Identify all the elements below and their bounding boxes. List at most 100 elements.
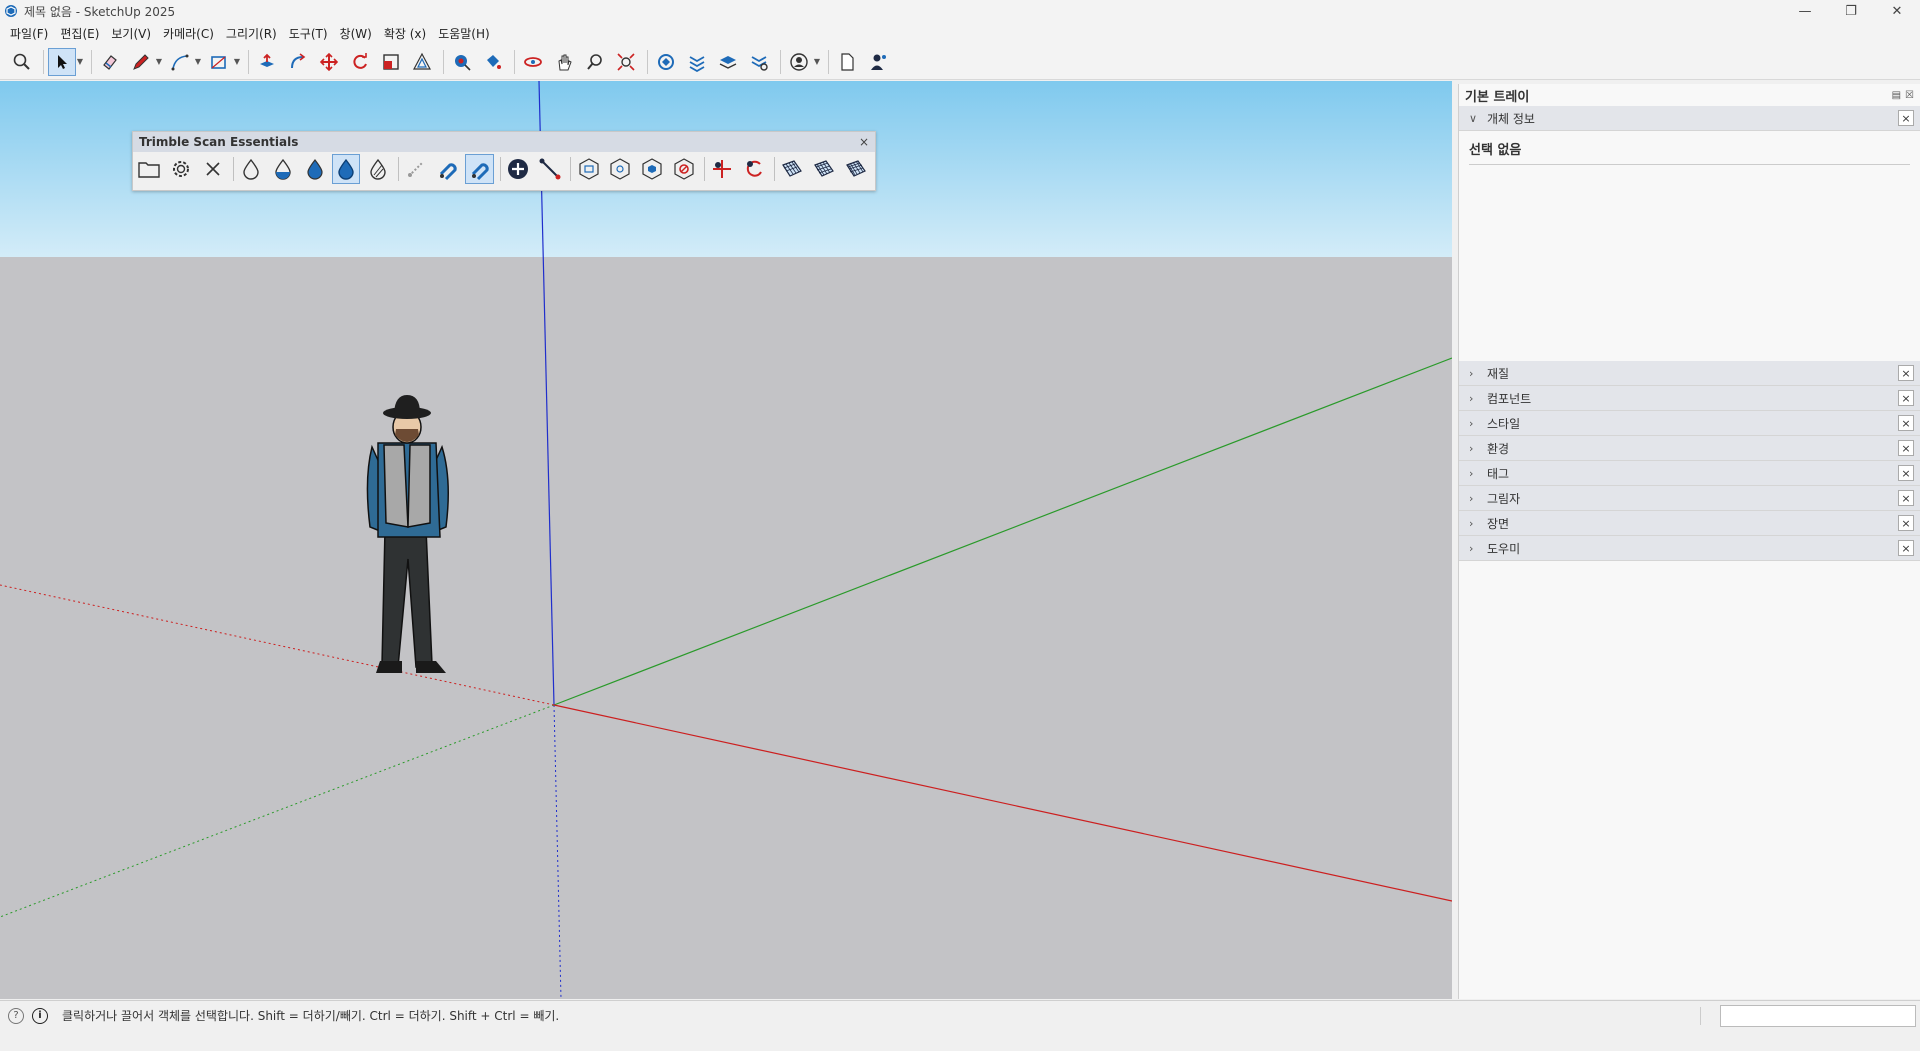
help-icon[interactable]: ? [8,1007,24,1024]
section-close-icon[interactable]: × [1898,365,1914,381]
tray-section-styles[interactable]: › 스타일 × [1459,411,1920,436]
layout-icon[interactable] [714,48,742,76]
tray-title: 기본 트레이 [1465,89,1530,105]
select-icon[interactable] [48,47,76,76]
menu-help[interactable]: 도움말(H) [432,25,496,42]
menu-file[interactable]: 파일(F) [4,25,54,42]
tray-section-entity-info[interactable]: ∨ 개체 정보 × [1459,106,1920,131]
menu-extensions[interactable]: 확장 (x) [378,25,432,42]
remove-x-icon[interactable] [198,154,227,184]
magnet-snap-active-icon[interactable] [465,154,495,184]
drop-half-icon[interactable] [269,154,298,184]
paint-bucket-icon[interactable] [479,48,507,76]
eraser-icon[interactable] [96,48,124,76]
section-close-icon[interactable]: × [1898,515,1914,531]
toolbar-separator [443,49,444,74]
menu-camera[interactable]: 카메라(C) [157,25,220,42]
account-dropdown-icon[interactable]: ▼ [813,48,821,76]
profile-icon[interactable] [864,48,892,76]
rectangle-dropdown-icon[interactable]: ▼ [233,48,241,76]
menu-draw[interactable]: 그리기(R) [220,25,283,42]
tray-section-materials[interactable]: › 재질 × [1459,361,1920,386]
section-close-icon[interactable]: × [1898,465,1914,481]
zoom-icon[interactable] [581,48,609,76]
add-point-icon[interactable] [504,154,533,184]
line-icon[interactable] [166,48,194,76]
measure-line-icon[interactable] [536,154,565,184]
section-label: 그림자 [1487,491,1521,506]
new-file-icon[interactable] [833,48,861,76]
tray-section-environment[interactable]: › 환경 × [1459,436,1920,461]
select-dropdown-icon[interactable]: ▼ [76,48,84,76]
section-close-icon[interactable]: × [1898,415,1914,431]
follow-me-icon[interactable] [284,48,312,76]
offset-icon[interactable] [408,48,436,76]
folder-icon[interactable] [135,154,164,184]
menu-edit[interactable]: 편집(E) [54,25,105,42]
restore-icon[interactable]: ❐ [1828,0,1874,22]
zoom-extents-icon[interactable] [612,48,640,76]
info-icon[interactable]: i [32,1007,48,1024]
push-pull-icon[interactable] [253,48,281,76]
scan-rotate-icon[interactable] [739,154,768,184]
section-close-icon[interactable]: × [1898,490,1914,506]
style-builder-icon[interactable] [745,48,773,76]
settings-gear-icon[interactable] [167,154,196,184]
scan-essentials-header[interactable]: Trimble Scan Essentials × [133,132,875,152]
section-close-icon[interactable]: × [1898,440,1914,456]
pin-icon[interactable]: ▤ [1892,90,1901,101]
account-icon[interactable] [785,48,813,76]
tray-close-icon[interactable]: ☒ [1905,90,1914,101]
scene-canvas[interactable] [0,81,1452,999]
rectangle-icon[interactable] [205,48,233,76]
hex-cloud-icon[interactable] [606,154,635,184]
tape-measure-icon[interactable] [448,48,476,76]
scan-essentials-toolbar[interactable]: Trimble Scan Essentials × [132,131,876,191]
mesh-grid-icon[interactable] [778,154,807,184]
menu-window[interactable]: 창(W) [334,25,378,42]
mesh-grid-dense-icon[interactable] [810,154,839,184]
status-separator [1700,1007,1701,1025]
magnet-snap-icon[interactable] [434,154,463,184]
drop-full-icon[interactable] [300,154,329,184]
rotate-icon[interactable] [346,48,374,76]
close-icon[interactable]: ✕ [1874,0,1920,22]
scan-move-icon[interactable] [708,154,737,184]
drop-active-icon[interactable] [331,154,361,184]
orbit-icon[interactable] [519,48,547,76]
section-close-icon[interactable]: × [1898,540,1914,556]
pan-icon[interactable] [550,48,578,76]
model-viewport[interactable] [0,81,1452,999]
scale-icon[interactable] [377,48,405,76]
extension-warehouse-icon[interactable] [683,48,711,76]
minimize-icon[interactable]: — [1782,0,1828,22]
tray-section-shadows[interactable]: › 그림자 × [1459,486,1920,511]
pencil-dropdown-icon[interactable]: ▼ [155,48,163,76]
mesh-grid-fine-icon[interactable] [841,154,870,184]
menu-tools[interactable]: 도구(T) [283,25,334,42]
section-left: › 태그 [1469,465,1509,482]
snap-disabled-icon[interactable] [402,154,431,184]
measurements-box[interactable] [1720,1005,1916,1027]
search-icon[interactable] [8,48,36,76]
tray-section-instructor[interactable]: › 도우미 × [1459,536,1920,561]
warehouse-icon[interactable] [652,48,680,76]
hex-dot-icon[interactable] [638,154,667,184]
tray-section-components[interactable]: › 컴포넌트 × [1459,386,1920,411]
move-icon[interactable] [315,48,343,76]
scan-essentials-close-icon[interactable]: × [859,135,869,149]
hex-stop-icon[interactable] [669,154,698,184]
line-dropdown-icon[interactable]: ▼ [194,48,202,76]
drop-striped-icon[interactable] [363,154,392,184]
menu-view[interactable]: 보기(V) [105,25,157,42]
section-close-icon[interactable]: × [1898,390,1914,406]
scan-separator [774,157,776,181]
section-close-icon[interactable]: × [1898,110,1914,126]
pencil-icon[interactable] [127,48,155,76]
toolbar-separator [828,49,829,74]
tray-section-tags[interactable]: › 태그 × [1459,461,1920,486]
toolbar-separator [647,49,648,74]
tray-section-scenes[interactable]: › 장면 × [1459,511,1920,536]
hex-box-icon[interactable] [574,154,603,184]
drop-outline-icon[interactable] [237,154,266,184]
